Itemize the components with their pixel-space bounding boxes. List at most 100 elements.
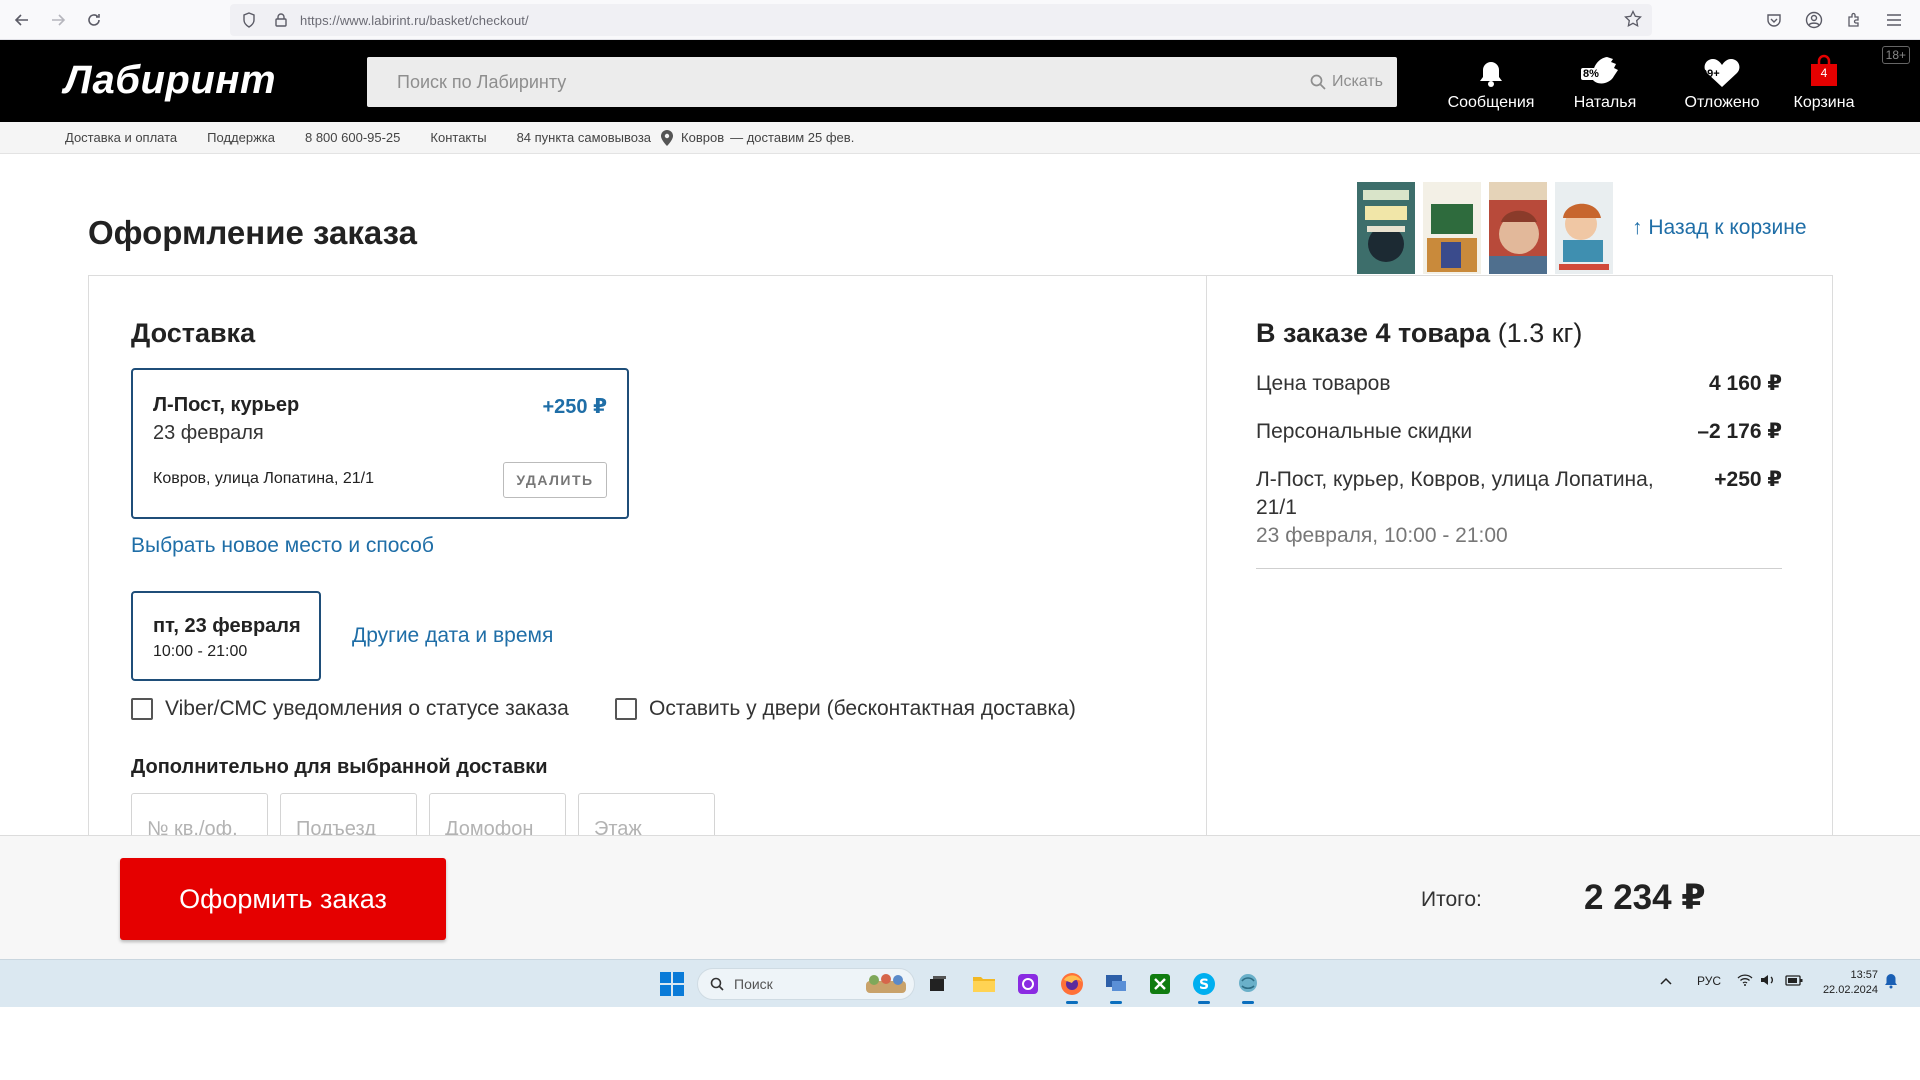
book-cover-thumbnail[interactable] <box>1555 182 1613 274</box>
forward-arrow-icon[interactable] <box>44 6 72 34</box>
page-title: Оформление заказа <box>88 214 417 251</box>
subnav-pickup-link[interactable]: 84 пункта самовывоза <box>517 130 651 145</box>
site-logo[interactable]: Лабиринт <box>64 58 276 103</box>
deferred-label: Отложено <box>1684 94 1760 111</box>
task-view-icon[interactable] <box>924 970 952 998</box>
viber-notify-checkbox[interactable]: Viber/СМС уведомления о статусе заказа <box>131 697 569 721</box>
discount-badge: 8% <box>1581 68 1601 80</box>
selected-delivery-card[interactable]: Л-Пост, курьер +250 ₽ 23 февраля Ковров,… <box>131 368 629 519</box>
order-weight: (1.3 кг) <box>1497 318 1583 348</box>
delivery-address: Ковров, улица Лопатина, 21/1 <box>153 470 374 487</box>
search-input[interactable] <box>397 57 1277 107</box>
leave-at-door-label: Оставить у двери (бесконтактная доставка… <box>649 697 1076 720</box>
order-summary-title: В заказе 4 товара (1.3 кг) <box>1256 318 1582 349</box>
choose-new-delivery-link[interactable]: Выбрать новое место и способ <box>131 534 434 558</box>
delivery-date: 23 февраля <box>153 422 264 444</box>
delivery-section-title: Доставка <box>131 318 256 348</box>
delivery-slot-card[interactable]: пт, 23 февраля 10:00 - 21:00 <box>131 591 321 681</box>
deferred-count-badge: 99+ <box>1701 68 1720 80</box>
summary-row-goods: Цена товаров 4 160 ₽ <box>1256 370 1782 400</box>
checkbox-box[interactable] <box>131 698 153 720</box>
battery-icon[interactable] <box>1785 974 1803 989</box>
taskbar-search-placeholder: Поиск <box>734 976 773 992</box>
subnav-delivery-link[interactable]: Доставка и оплата <box>65 130 177 145</box>
extra-delivery-title: Дополнительно для выбранной доставки <box>131 756 548 778</box>
shipping-date-time: 23 февраля, 10:00 - 21:00 <box>1256 524 1508 547</box>
delivery-slot-time: 10:00 - 21:00 <box>153 643 248 660</box>
app-purple-icon[interactable] <box>1014 970 1042 998</box>
other-dates-link[interactable]: Другие дата и время <box>352 624 553 648</box>
checkout-footer: Оформить заказ Итого: 2 234 ₽ <box>0 835 1920 959</box>
bookmark-star-icon[interactable] <box>1624 9 1642 33</box>
subnav-phone[interactable]: 8 800 600-95-25 <box>305 130 400 145</box>
header-deferred[interactable]: 99+ Отложено <box>1672 50 1772 114</box>
skype-icon[interactable]: S <box>1190 970 1218 1004</box>
windows-start-icon[interactable] <box>660 972 684 996</box>
profile-label: Наталья <box>1573 94 1637 111</box>
book-cover-thumbnail[interactable] <box>1489 182 1547 274</box>
summary-row-shipping: Л-Пост, курьер, Ковров, улица Лопатина, … <box>1256 466 1782 550</box>
search-icon <box>1310 74 1326 90</box>
discount-label: Персональные скидки <box>1256 420 1473 443</box>
clock-date: 22.02.2024 <box>1822 984 1878 996</box>
extensions-icon[interactable] <box>1840 6 1868 34</box>
shipping-value: +250 ₽ <box>1714 468 1782 491</box>
xbox-icon[interactable] <box>1146 970 1174 998</box>
notification-bell-icon[interactable] <box>1884 973 1898 992</box>
subnav-delivery-date: — доставим 25 фев. <box>730 130 855 145</box>
age-rating-badge: 18+ <box>1881 46 1910 64</box>
goods-price-value: 4 160 ₽ <box>1709 372 1782 395</box>
subnav-contacts-link[interactable]: Контакты <box>430 130 486 145</box>
total-label: Итого: <box>1421 888 1482 911</box>
language-indicator[interactable]: РУС <box>1697 974 1721 988</box>
header-profile[interactable]: 8% Наталья <box>1565 50 1645 114</box>
cart-books-strip[interactable] <box>1357 182 1613 274</box>
place-order-button[interactable]: Оформить заказ <box>120 858 446 940</box>
clock-time: 13:57 <box>1850 969 1878 981</box>
subnav-city[interactable]: Ковров <box>681 130 724 145</box>
checkbox-box[interactable] <box>615 698 637 720</box>
header-cart[interactable]: 4 Корзина <box>1787 50 1861 114</box>
svg-text:S: S <box>1199 977 1209 993</box>
reload-icon[interactable] <box>80 6 108 34</box>
file-explorer-icon[interactable] <box>970 970 998 998</box>
remote-desktop-icon[interactable] <box>1102 970 1130 1004</box>
firefox-icon[interactable] <box>1058 970 1086 1004</box>
tray-chevron-icon[interactable] <box>1660 974 1672 988</box>
delete-delivery-button[interactable]: УДАЛИТЬ <box>503 462 607 498</box>
menu-icon[interactable] <box>1880 6 1908 34</box>
leave-at-door-checkbox[interactable]: Оставить у двери (бесконтактная доставка… <box>615 697 1076 721</box>
back-to-cart-link[interactable]: ↑ Назад к корзине <box>1632 216 1807 240</box>
book-cover-thumbnail[interactable] <box>1357 182 1415 274</box>
subnav-support-link[interactable]: Поддержка <box>207 130 275 145</box>
order-item-count: В заказе 4 товара <box>1256 318 1491 348</box>
wifi-icon[interactable] <box>1737 974 1753 989</box>
header-messages[interactable]: Сообщения <box>1445 50 1537 114</box>
sub-navigation: Доставка и оплата Поддержка 8 800 600-95… <box>0 122 1920 154</box>
address-bar[interactable]: https://www.labirint.ru/basket/checkout/ <box>230 4 1652 36</box>
back-arrow-icon[interactable] <box>8 6 36 34</box>
book-cover-thumbnail[interactable] <box>1423 182 1481 274</box>
search-icon <box>710 977 724 991</box>
url-text[interactable]: https://www.labirint.ru/basket/checkout/ <box>300 13 529 28</box>
taskbar-search[interactable]: Поиск <box>697 968 915 1000</box>
pocket-icon[interactable] <box>1760 6 1788 34</box>
volume-icon[interactable] <box>1760 974 1776 989</box>
site-header: Лабиринт Искать Сообщения 8% Наталья 99+… <box>0 40 1920 122</box>
location-pin-icon <box>661 129 674 146</box>
goods-price-label: Цена товаров <box>1256 372 1391 395</box>
summary-row-discount: Персональные скидки –2 176 ₽ <box>1256 418 1782 448</box>
panel-divider <box>1206 275 1207 835</box>
delivery-price: +250 ₽ <box>542 396 607 418</box>
delivery-method: Л-Пост, курьер <box>153 394 300 416</box>
network-app-icon[interactable] <box>1234 970 1262 1004</box>
viber-notify-label: Viber/СМС уведомления о статусе заказа <box>165 697 569 720</box>
account-icon[interactable] <box>1800 6 1828 34</box>
summary-divider <box>1256 568 1782 569</box>
shield-icon[interactable] <box>236 12 262 28</box>
lock-icon[interactable] <box>268 13 294 27</box>
cart-label: Корзина <box>1793 94 1855 111</box>
site-search: Искать <box>367 57 1397 107</box>
search-button[interactable]: Искать <box>1310 70 1383 94</box>
system-clock[interactable]: 13:57 22.02.2024 <box>1823 968 1878 998</box>
